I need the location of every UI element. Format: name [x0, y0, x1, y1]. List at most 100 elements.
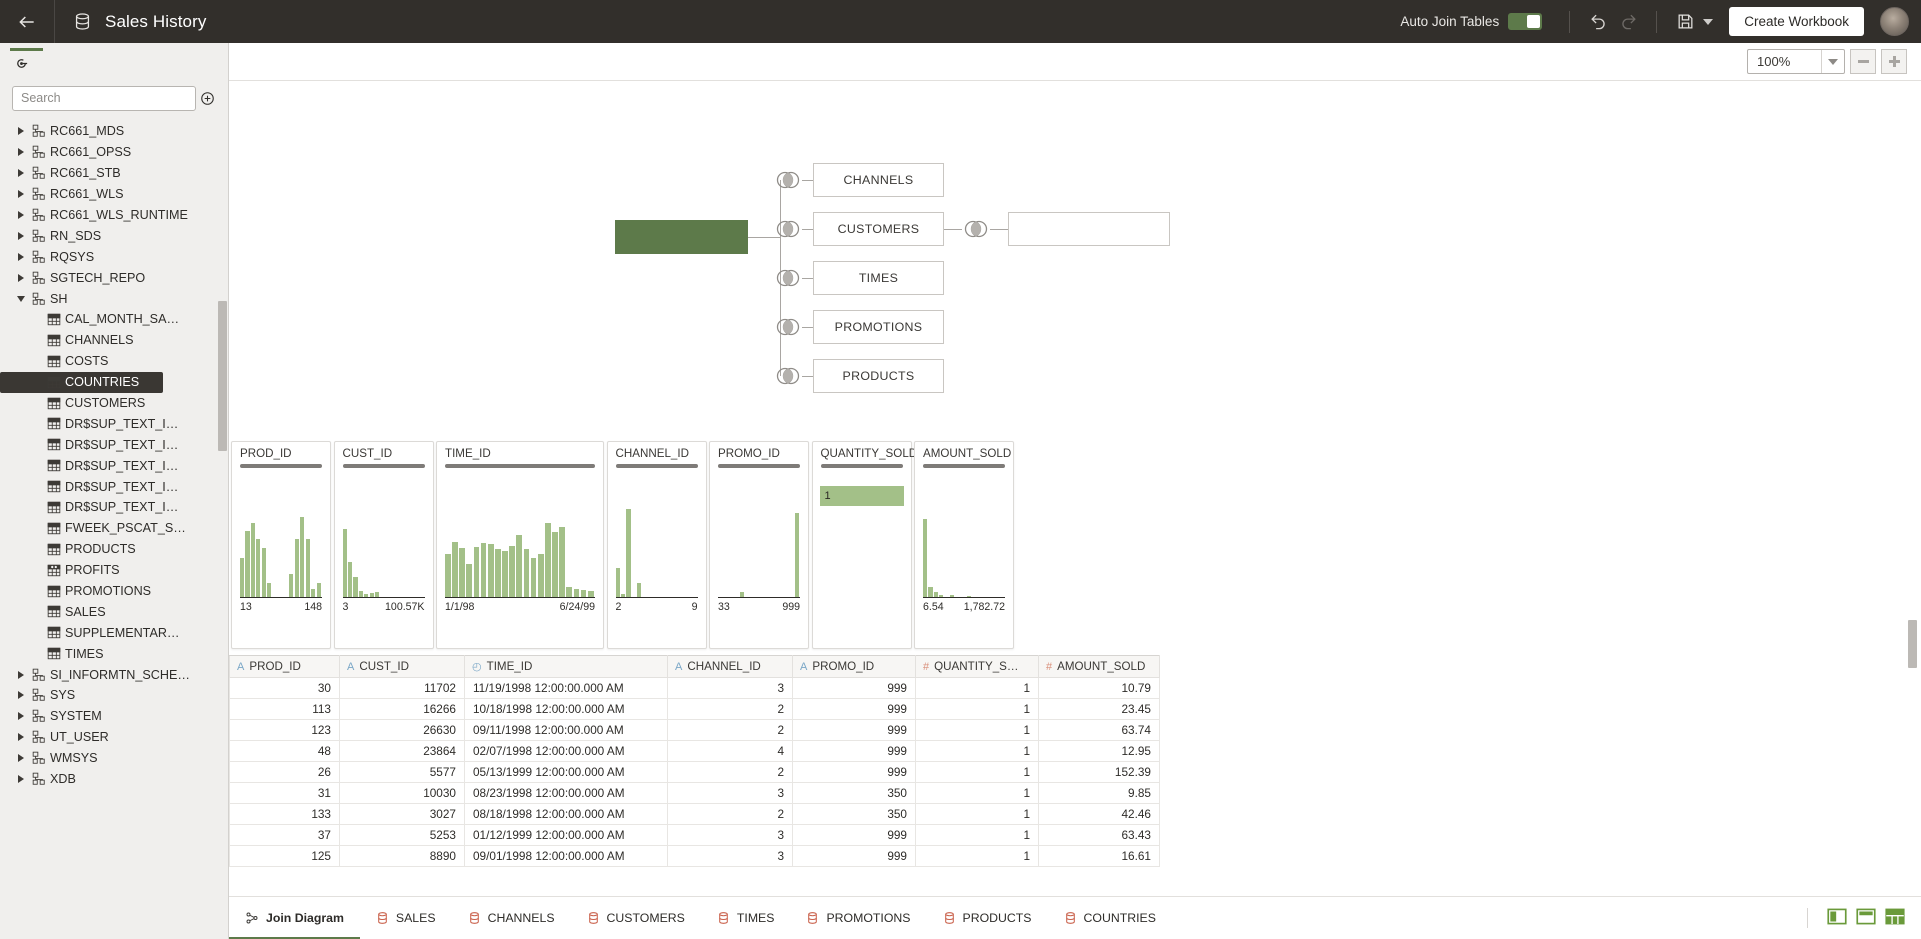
expand-arrow-icon[interactable]	[14, 169, 28, 177]
expand-arrow-icon[interactable]	[14, 775, 28, 783]
column-header-time-id[interactable]: ◴TIME_ID	[465, 656, 668, 678]
tree-item-rc661-stb[interactable]: RC661_STB	[0, 163, 228, 184]
column-profile-promo_id[interactable]: PROMO_ID 33 999	[709, 441, 809, 649]
tree-item-ut-user[interactable]: UT_USER	[0, 727, 228, 748]
tab-promotions[interactable]: PROMOTIONS	[790, 897, 926, 939]
tree-item-rc661-mds[interactable]: RC661_MDS	[0, 121, 228, 142]
tab-countries[interactable]: COUNTRIES	[1048, 897, 1172, 939]
tree-item-times[interactable]: TIMES	[0, 643, 228, 664]
table-row[interactable]: 125889009/01/1998 12:00:00.000 AM3999116…	[230, 846, 1160, 867]
tree-item-rc661-wls-runtime[interactable]: RC661_WLS_RUNTIME	[0, 205, 228, 226]
diagram-node-products[interactable]: PRODUCTS	[813, 359, 944, 393]
tree-item-sgtech-repo[interactable]: SGTECH_REPO	[0, 267, 228, 288]
join-venn-icon[interactable]	[774, 169, 802, 191]
tree-item-si-informtn-sche[interactable]: SI_INFORMTN_SCHE…	[0, 664, 228, 685]
tree-item-customers[interactable]: CUSTOMERS	[0, 393, 228, 414]
tree-item-profits[interactable]: PROFITS	[0, 560, 228, 581]
table-row[interactable]: 1232663009/11/1998 12:00:00.000 AM299916…	[230, 720, 1160, 741]
save-button[interactable]	[1670, 7, 1700, 37]
expand-arrow-icon[interactable]	[14, 733, 28, 741]
table-row[interactable]: 482386402/07/1998 12:00:00.000 AM4999112…	[230, 741, 1160, 762]
layout-split-horizontal-icon-button[interactable]	[1856, 908, 1878, 928]
add-connection-button[interactable]	[196, 91, 218, 106]
tree-item-system[interactable]: SYSTEM	[0, 706, 228, 727]
expand-arrow-icon[interactable]	[14, 253, 28, 261]
tab-join-diagram[interactable]: Join Diagram	[229, 897, 360, 939]
table-row[interactable]: 26557705/13/1999 12:00:00.000 AM29991152…	[230, 762, 1160, 783]
table-row[interactable]: 1131626610/18/1998 12:00:00.000 AM299912…	[230, 699, 1160, 720]
expand-arrow-icon[interactable]	[14, 190, 28, 198]
diagram-node-customers[interactable]: CUSTOMERS	[813, 212, 944, 246]
join-venn-icon[interactable]	[774, 316, 802, 338]
table-row[interactable]: 311003008/23/1998 12:00:00.000 AM335019.…	[230, 783, 1160, 804]
tree-item-xdb[interactable]: XDB	[0, 769, 228, 790]
column-profile-cust_id[interactable]: CUST_ID 3 100.57K	[334, 441, 434, 649]
expand-arrow-icon[interactable]	[14, 712, 28, 720]
expand-arrow-icon[interactable]	[14, 232, 28, 240]
zoom-level-select[interactable]: 100%	[1747, 49, 1845, 74]
column-header-promo-id[interactable]: APROMO_ID	[793, 656, 916, 678]
column-profile-prod_id[interactable]: PROD_ID 13 148	[231, 441, 331, 649]
diagram-node-promotions[interactable]: PROMOTIONS	[813, 310, 944, 344]
column-profile-amount_sold[interactable]: AMOUNT_SOLD 6.54 1,782.72	[914, 441, 1014, 649]
tab-products[interactable]: PRODUCTS	[927, 897, 1048, 939]
tree-item-rc661-wls[interactable]: RC661_WLS	[0, 184, 228, 205]
tree-item-dr-sup-text-i[interactable]: DR$SUP_TEXT_I…	[0, 497, 228, 518]
column-header-cust-id[interactable]: ACUST_ID	[340, 656, 465, 678]
tree-item-dr-sup-text-i[interactable]: DR$SUP_TEXT_I…	[0, 434, 228, 455]
expand-arrow-icon[interactable]	[14, 127, 28, 135]
tree-item-sales[interactable]: SALES	[0, 601, 228, 622]
data-grid-scrollbar[interactable]	[1908, 620, 1917, 668]
column-profile-channel_id[interactable]: CHANNEL_ID 2 9	[607, 441, 707, 649]
tree-item-costs[interactable]: COSTS	[0, 351, 228, 372]
tab-sales[interactable]: SALES	[360, 897, 452, 939]
layout-split-vertical-icon-button[interactable]	[1827, 908, 1849, 928]
tree-item-dr-sup-text-i[interactable]: DR$SUP_TEXT_I…	[0, 413, 228, 434]
layout-grid-icon-button[interactable]	[1885, 908, 1907, 928]
tree-item-sh[interactable]: SH	[0, 288, 228, 309]
expand-arrow-icon[interactable]	[14, 296, 28, 302]
expand-arrow-icon[interactable]	[14, 671, 28, 679]
redo-button[interactable]	[1613, 7, 1643, 37]
table-row[interactable]: 133302708/18/1998 12:00:00.000 AM2350142…	[230, 804, 1160, 825]
search-input[interactable]	[12, 86, 196, 111]
join-venn-icon[interactable]	[774, 218, 802, 240]
tree-item-countries[interactable]: COUNTRIES	[0, 372, 163, 393]
tab-customers[interactable]: CUSTOMERS	[571, 897, 701, 939]
undo-button[interactable]	[1583, 7, 1613, 37]
back-button[interactable]	[0, 0, 55, 43]
sidebar-scrollbar[interactable]	[218, 301, 227, 451]
diagram-node-times[interactable]: TIMES	[813, 261, 944, 295]
expand-arrow-icon[interactable]	[14, 691, 28, 699]
save-dropdown-caret[interactable]	[1703, 19, 1713, 25]
table-row[interactable]: 37525301/12/1999 12:00:00.000 AM3999163.…	[230, 825, 1160, 846]
diagram-node-channels[interactable]: CHANNELS	[813, 163, 944, 197]
expand-arrow-icon[interactable]	[14, 148, 28, 156]
tree-item-products[interactable]: PRODUCTS	[0, 539, 228, 560]
join-venn-icon[interactable]	[962, 218, 990, 240]
column-header-prod-id[interactable]: APROD_ID	[230, 656, 340, 678]
tab-channels[interactable]: CHANNELS	[452, 897, 571, 939]
diagram-node-sales[interactable]	[615, 220, 748, 254]
diagram-node-countries[interactable]	[1008, 212, 1170, 246]
expand-arrow-icon[interactable]	[14, 274, 28, 282]
expand-arrow-icon[interactable]	[14, 211, 28, 219]
tree-item-promotions[interactable]: PROMOTIONS	[0, 581, 228, 602]
join-venn-icon[interactable]	[774, 267, 802, 289]
expand-arrow-icon[interactable]	[14, 754, 28, 762]
column-profile-quantity_sold[interactable]: QUANTITY_SOLD1	[812, 441, 912, 649]
tree-item-dr-sup-text-i[interactable]: DR$SUP_TEXT_I…	[0, 455, 228, 476]
tree-item-channels[interactable]: CHANNELS	[0, 330, 228, 351]
zoom-out-button[interactable]	[1850, 49, 1876, 74]
tab-times[interactable]: TIMES	[701, 897, 791, 939]
tree-item-dr-sup-text-i[interactable]: DR$SUP_TEXT_I…	[0, 476, 228, 497]
tree-item-rn-sds[interactable]: RN_SDS	[0, 225, 228, 246]
category-bar[interactable]: 1	[820, 486, 904, 506]
column-header-channel-id[interactable]: ACHANNEL_ID	[668, 656, 793, 678]
tree-item-rqsys[interactable]: RQSYS	[0, 246, 228, 267]
column-profile-time_id[interactable]: TIME_ID 1/1/98 6/24/99	[436, 441, 604, 649]
tree-item-fweek-pscat-s[interactable]: FWEEK_PSCAT_S…	[0, 518, 228, 539]
join-venn-icon[interactable]	[774, 365, 802, 387]
connection-icon[interactable]	[14, 56, 29, 76]
tree-item-sys[interactable]: SYS	[0, 685, 228, 706]
